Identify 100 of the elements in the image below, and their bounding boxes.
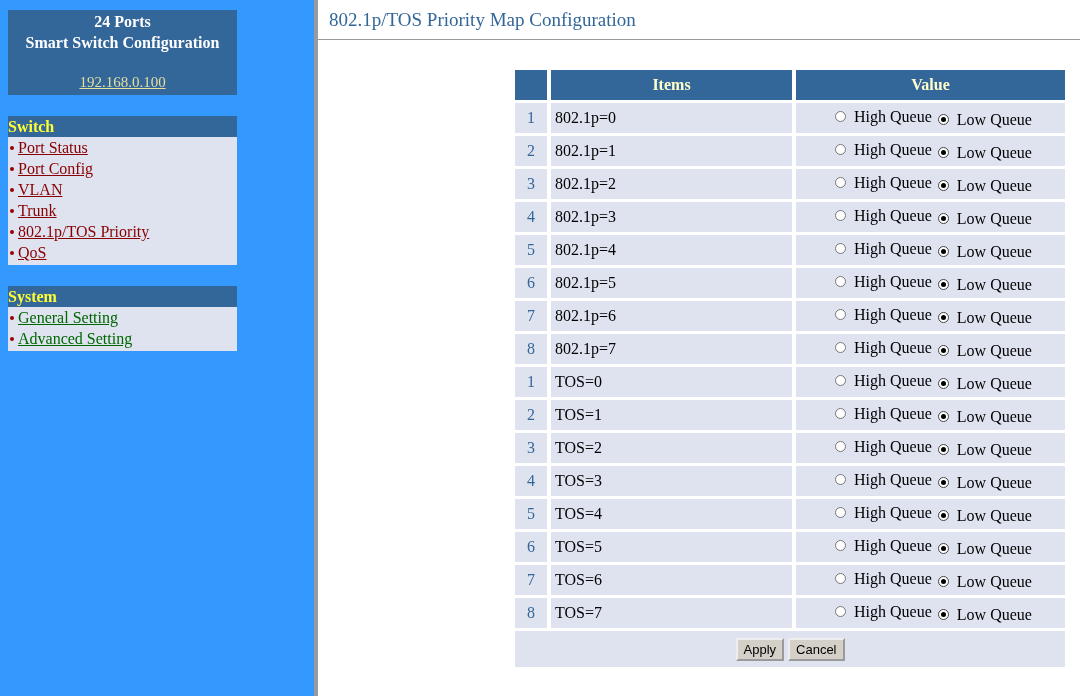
radio-label: Low Queue [956, 440, 1032, 459]
radio-label: High Queue [854, 305, 932, 324]
radio-button[interactable] [835, 210, 847, 221]
radio-label: High Queue [854, 437, 932, 456]
row-number: 7 [515, 301, 547, 331]
radio-button[interactable] [835, 309, 847, 320]
radio-button[interactable] [835, 177, 847, 188]
row-number: 7 [515, 565, 547, 595]
radio-button[interactable] [937, 477, 949, 488]
item-cell: 802.1p=0 [551, 103, 792, 133]
radio-label: High Queue [854, 107, 932, 126]
radio-button[interactable] [937, 609, 949, 620]
radio-button[interactable] [937, 180, 949, 191]
radio-button[interactable] [937, 279, 949, 290]
radio-button[interactable] [835, 276, 847, 287]
item-cell: 802.1p=4 [551, 235, 792, 265]
radio-label: Low Queue [956, 341, 1032, 360]
radio-button[interactable] [835, 474, 847, 485]
item-cell: TOS=4 [551, 499, 792, 529]
radio-label: High Queue [854, 371, 932, 390]
radio-label: High Queue [854, 140, 932, 159]
radio-label: Low Queue [956, 176, 1032, 195]
radio-button[interactable] [835, 243, 847, 254]
menu-link[interactable]: General Setting [18, 307, 118, 328]
item-cell: 802.1p=2 [551, 169, 792, 199]
radio-button[interactable] [835, 144, 847, 155]
menu-link[interactable]: Trunk [18, 200, 57, 221]
item-cell: TOS=1 [551, 400, 792, 430]
radio-button[interactable] [937, 576, 949, 587]
apply-button[interactable]: Apply [735, 637, 785, 661]
radio-label: Low Queue [956, 473, 1032, 492]
radio-label: Low Queue [956, 374, 1032, 393]
radio-button[interactable] [937, 543, 949, 554]
radio-button[interactable] [937, 312, 949, 323]
radio-label: High Queue [854, 338, 932, 357]
radio-button[interactable] [937, 345, 949, 356]
radio-button[interactable] [835, 111, 847, 122]
radio-label: Low Queue [956, 308, 1032, 327]
radio-label: Low Queue [956, 110, 1032, 129]
radio-button[interactable] [835, 408, 847, 419]
radio-button[interactable] [835, 606, 847, 617]
row-number: 1 [515, 367, 547, 397]
header-title: 24 Ports [93, 12, 152, 32]
row-number: 5 [515, 235, 547, 265]
menu-link[interactable]: Port Config [18, 158, 94, 179]
radio-button[interactable] [835, 441, 847, 452]
menu-section-title: System [8, 286, 237, 307]
row-number: 2 [515, 400, 547, 430]
menu-link[interactable]: Advanced Setting [18, 328, 133, 349]
item-cell: 802.1p=5 [551, 268, 792, 298]
bullet-icon [10, 145, 14, 150]
bullet-icon [10, 187, 14, 192]
menu-section-title: Switch [8, 116, 237, 137]
radio-label: Low Queue [956, 242, 1032, 261]
radio-button[interactable] [937, 510, 949, 521]
radio-button[interactable] [937, 147, 949, 158]
radio-label: High Queue [854, 272, 932, 291]
radio-label: High Queue [854, 470, 932, 489]
column-header: Items [551, 70, 792, 100]
radio-button[interactable] [937, 213, 949, 224]
row-number: 8 [515, 598, 547, 628]
item-cell: TOS=5 [551, 532, 792, 562]
header-subtitle: Smart Switch Configuration [24, 33, 221, 53]
item-cell: TOS=7 [551, 598, 792, 628]
row-number: 5 [515, 499, 547, 529]
header-cell [515, 70, 547, 100]
radio-label: High Queue [854, 503, 932, 522]
radio-button[interactable] [835, 342, 847, 353]
item-cell: TOS=2 [551, 433, 792, 463]
row-number: 4 [515, 202, 547, 232]
radio-button[interactable] [835, 540, 847, 551]
menu-link[interactable]: VLAN [18, 179, 63, 200]
bullet-icon [10, 208, 14, 213]
radio-button[interactable] [937, 114, 949, 125]
menu-link[interactable]: Port Status [18, 137, 88, 158]
radio-button[interactable] [937, 444, 949, 455]
item-cell: 802.1p=3 [551, 202, 792, 232]
bullet-icon [10, 315, 14, 320]
radio-label: Low Queue [956, 275, 1032, 294]
row-number: 2 [515, 136, 547, 166]
radio-button[interactable] [937, 378, 949, 389]
radio-label: High Queue [854, 173, 932, 192]
cancel-button[interactable]: Cancel [788, 637, 845, 661]
radio-button[interactable] [835, 573, 847, 584]
radio-label: Low Queue [956, 209, 1032, 228]
item-cell: TOS=3 [551, 466, 792, 496]
radio-button[interactable] [835, 375, 847, 386]
bullet-icon [10, 229, 14, 234]
bullet-icon [10, 336, 14, 341]
radio-label: Low Queue [956, 506, 1032, 525]
row-number: 3 [515, 169, 547, 199]
item-cell: TOS=6 [551, 565, 792, 595]
radio-button[interactable] [937, 246, 949, 257]
row-number: 6 [515, 532, 547, 562]
ip-address-link[interactable]: 192.168.0.100 [79, 72, 166, 93]
radio-label: High Queue [854, 536, 932, 555]
menu-link[interactable]: 802.1p/TOS Priority [18, 221, 150, 242]
radio-button[interactable] [835, 507, 847, 518]
radio-button[interactable] [937, 411, 949, 422]
menu-link[interactable]: QoS [18, 242, 47, 263]
